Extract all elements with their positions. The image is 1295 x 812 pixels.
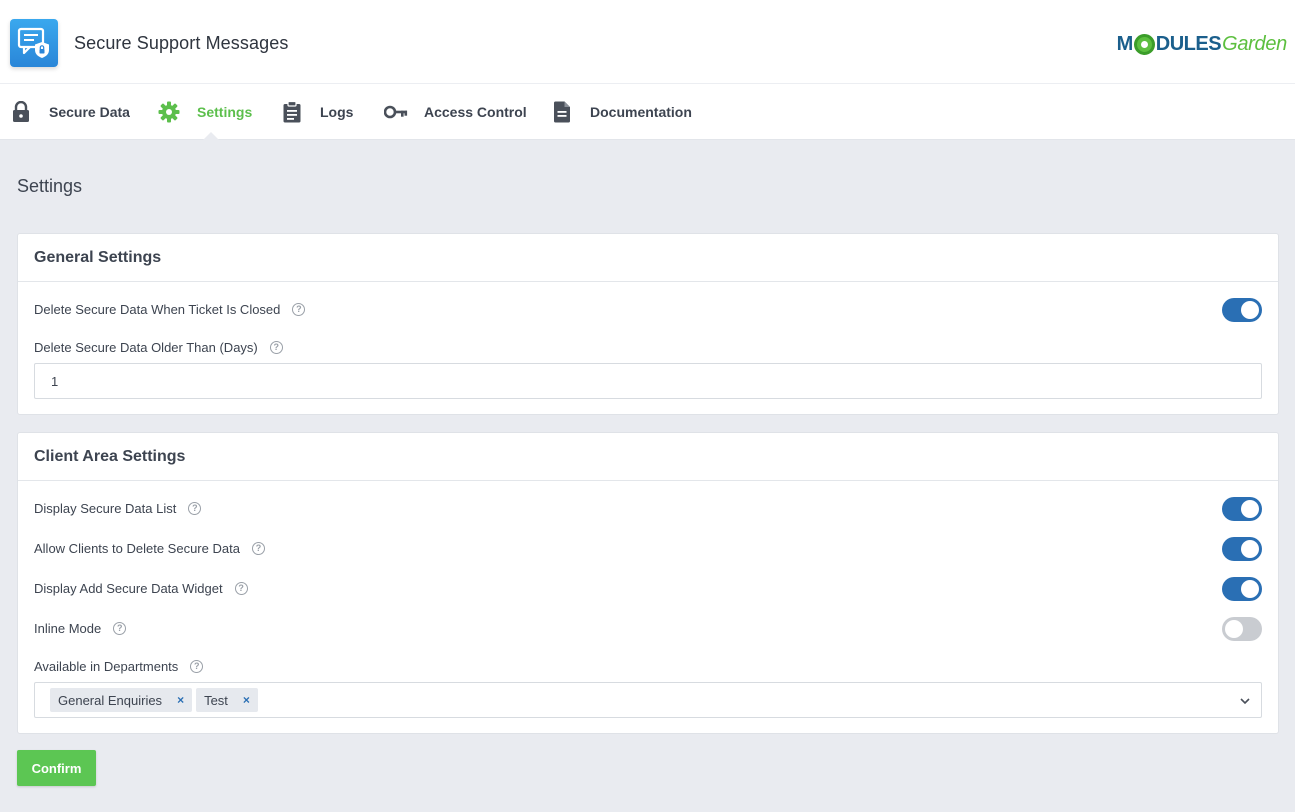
chip-label: General Enquiries [58, 692, 163, 708]
general-settings-panel: General Settings Delete Secure Data When… [17, 233, 1279, 415]
help-icon[interactable]: ? [234, 582, 248, 595]
app-header: Secure Support Messages M DULES Garden [0, 0, 1295, 84]
setting-label: Delete Secure Data When Ticket Is Closed [34, 302, 281, 317]
chevron-down-icon[interactable] [1239, 694, 1251, 712]
help-icon[interactable]: ? [190, 660, 204, 673]
setting-label: Display Add Secure Data Widget [34, 581, 223, 596]
inline-mode-toggle[interactable] [1222, 617, 1262, 641]
main-tabs: Secure Data Settings Logs Access Control… [0, 84, 1295, 140]
panel-heading: Client Area Settings [18, 433, 1278, 481]
help-icon[interactable]: ? [269, 341, 283, 354]
department-chip: General Enquiries × [50, 688, 193, 712]
delete-older-days-input[interactable] [34, 363, 1262, 399]
confirm-button[interactable]: Confirm [17, 750, 96, 786]
remove-chip-icon[interactable]: × [243, 693, 250, 707]
inline-mode-row: Inline Mode ? [34, 621, 127, 636]
chip-label: Test [204, 692, 228, 708]
client-area-settings-panel: Client Area Settings Display Secure Data… [17, 432, 1279, 734]
help-icon[interactable]: ? [292, 303, 306, 316]
modulesgarden-logo[interactable]: M DULES Garden [1117, 31, 1287, 57]
display-widget-row: Display Add Secure Data Widget ? [34, 581, 248, 596]
display-list-row: Display Secure Data List ? [34, 501, 202, 516]
active-tab-indicator [203, 132, 219, 140]
gear-icon [158, 101, 180, 123]
clipboard-icon [282, 101, 302, 123]
lock-icon [12, 101, 30, 123]
setting-label: Allow Clients to Delete Secure Data [34, 541, 240, 556]
delete-on-close-toggle[interactable] [1222, 298, 1262, 322]
help-icon[interactable]: ? [251, 542, 265, 555]
setting-label: Delete Secure Data Older Than (Days) [34, 340, 258, 355]
brand-dules: DULES [1155, 32, 1222, 55]
panel-heading: General Settings [18, 234, 1278, 282]
app-title: Secure Support Messages [74, 33, 289, 53]
tab-label: Documentation [590, 104, 692, 120]
help-icon[interactable]: ? [113, 622, 127, 635]
tab-label: Settings [197, 104, 253, 120]
departments-row: Available in Departments ? [34, 659, 204, 674]
departments-multiselect[interactable]: General Enquiries × Test × [34, 682, 1262, 718]
tab-label: Secure Data [49, 104, 130, 120]
brand-gear-icon [1133, 33, 1155, 55]
setting-label: Available in Departments [34, 659, 179, 674]
display-list-toggle[interactable] [1222, 497, 1262, 521]
allow-delete-toggle[interactable] [1222, 537, 1262, 561]
delete-older-row: Delete Secure Data Older Than (Days) ? [34, 340, 283, 355]
tab-documentation[interactable]: Documentation [553, 84, 692, 140]
tab-secure-data[interactable]: Secure Data [12, 84, 130, 140]
tab-label: Access Control [424, 104, 527, 120]
setting-label: Display Secure Data List [34, 501, 177, 516]
tab-logs[interactable]: Logs [282, 84, 353, 140]
page-title: Settings [17, 176, 83, 196]
key-icon [384, 105, 408, 119]
tab-label: Logs [320, 104, 354, 120]
allow-delete-row: Allow Clients to Delete Secure Data ? [34, 541, 265, 556]
document-icon [553, 101, 571, 123]
department-chip: Test × [196, 688, 258, 712]
help-icon[interactable]: ? [188, 502, 202, 515]
tab-access-control[interactable]: Access Control [384, 84, 527, 140]
brand-m: M [1116, 32, 1134, 55]
secure-messages-icon [10, 19, 58, 67]
brand-garden: Garden [1222, 32, 1287, 55]
delete-on-close-row: Delete Secure Data When Ticket Is Closed… [34, 302, 306, 317]
setting-label: Inline Mode [34, 621, 102, 636]
display-widget-toggle[interactable] [1222, 577, 1262, 601]
remove-chip-icon[interactable]: × [177, 693, 184, 707]
